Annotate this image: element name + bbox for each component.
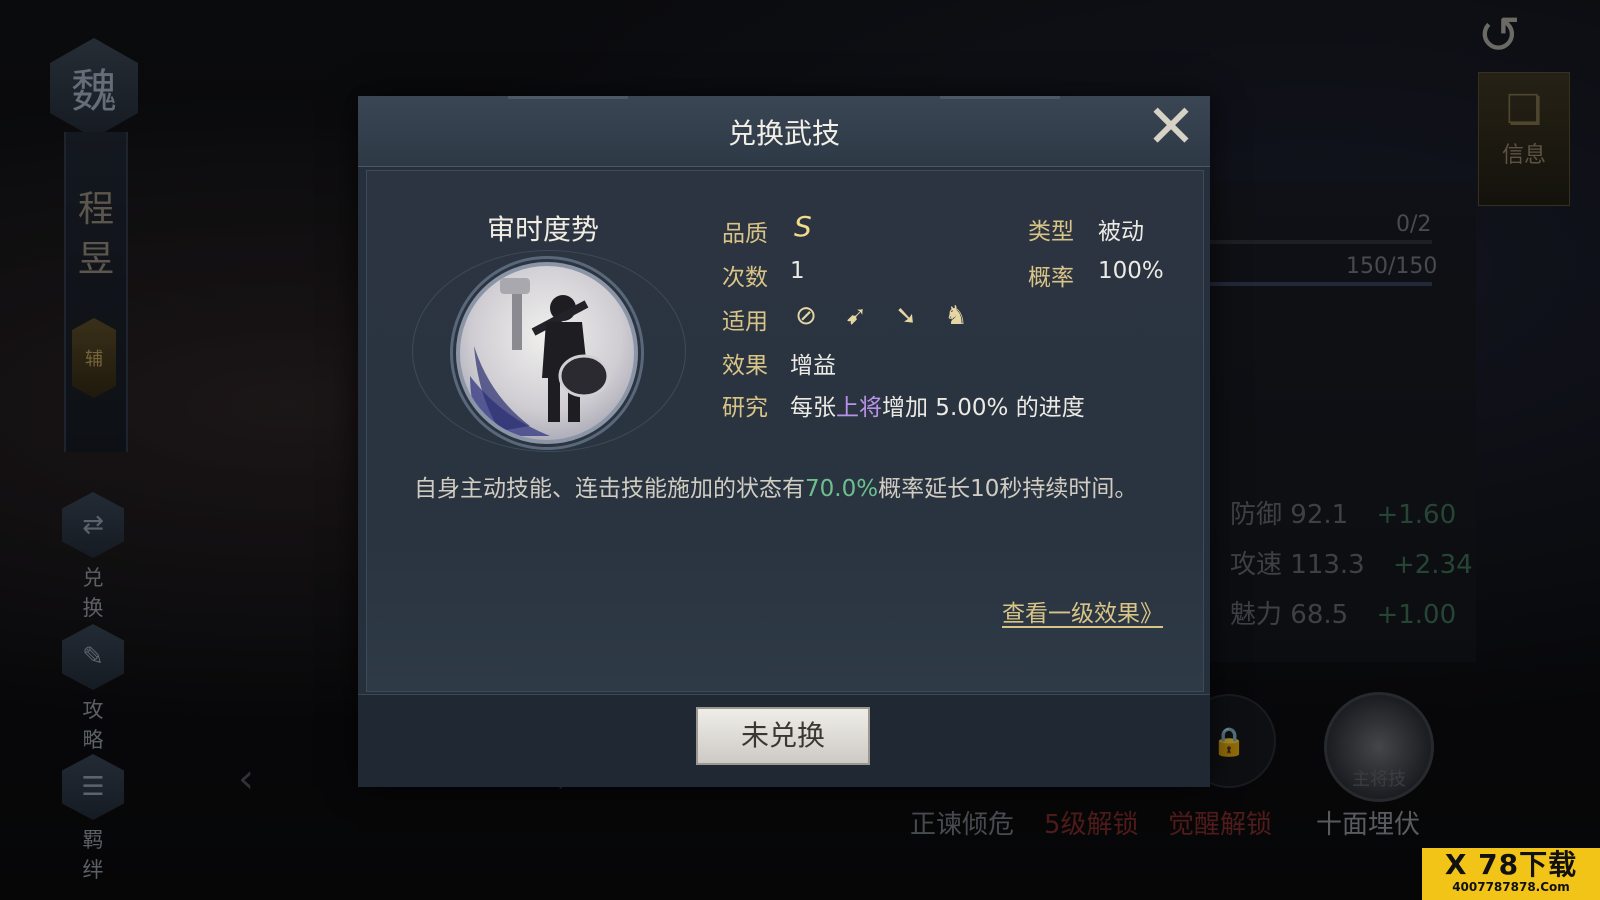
skill-description: 自身主动技能、连击技能施加的状态有70.0%概率延长10秒持续时间。 [414,470,1154,508]
research-highlight: 上将 [836,395,882,421]
rate-label: 概率 [1028,265,1074,291]
count-label: 次数 [722,265,768,291]
research-value: 每张上将增加 5.00% 的进度 [790,388,1085,422]
shield-icon: ⊘ [795,301,817,331]
apply-label: 适用 [722,309,768,335]
count-value: 1 [790,258,805,284]
spear-icon: ➘ [895,301,917,331]
type-label: 类型 [1028,219,1074,245]
horse-icon: ♞ [944,301,968,331]
skill-name: 审时度势 [486,213,599,246]
watermark-url: 4007787878.Com [1452,880,1570,894]
desc-prefix: 自身主动技能、连击技能施加的状态有 [414,476,805,502]
effect-label: 效果 [722,353,768,379]
desc-suffix: 概率延长10秒持续时间。 [878,476,1138,502]
site-watermark-logo: X 78下载 4007787878.Com [1422,848,1600,900]
research-label: 研究 [722,395,768,421]
desc-highlight: 70.0% [805,476,879,502]
research-suffix: 增加 5.00% 的进度 [882,395,1085,421]
close-icon[interactable]: ✕ [1142,97,1200,157]
skill-portrait-icon [456,262,638,444]
warrior-silhouette-icon [470,278,610,436]
dialog-title: 兑换武技 [727,117,840,150]
exchange-button[interactable]: 未兑换 [696,707,870,765]
quality-value: S [794,210,812,243]
quality-label: 品质 [722,221,768,247]
view-level1-effect-link[interactable]: 查看一级效果》 [1002,594,1163,628]
effect-value: 增益 [790,353,836,379]
type-value: 被动 [1098,219,1144,245]
bow-icon: ➹ [845,301,867,331]
watermark-title: X 78下载 [1444,848,1578,881]
dialog-header: 兑换武技 ✕ [358,96,1210,167]
rate-value: 100% [1098,258,1164,284]
research-prefix: 每张 [790,395,836,421]
